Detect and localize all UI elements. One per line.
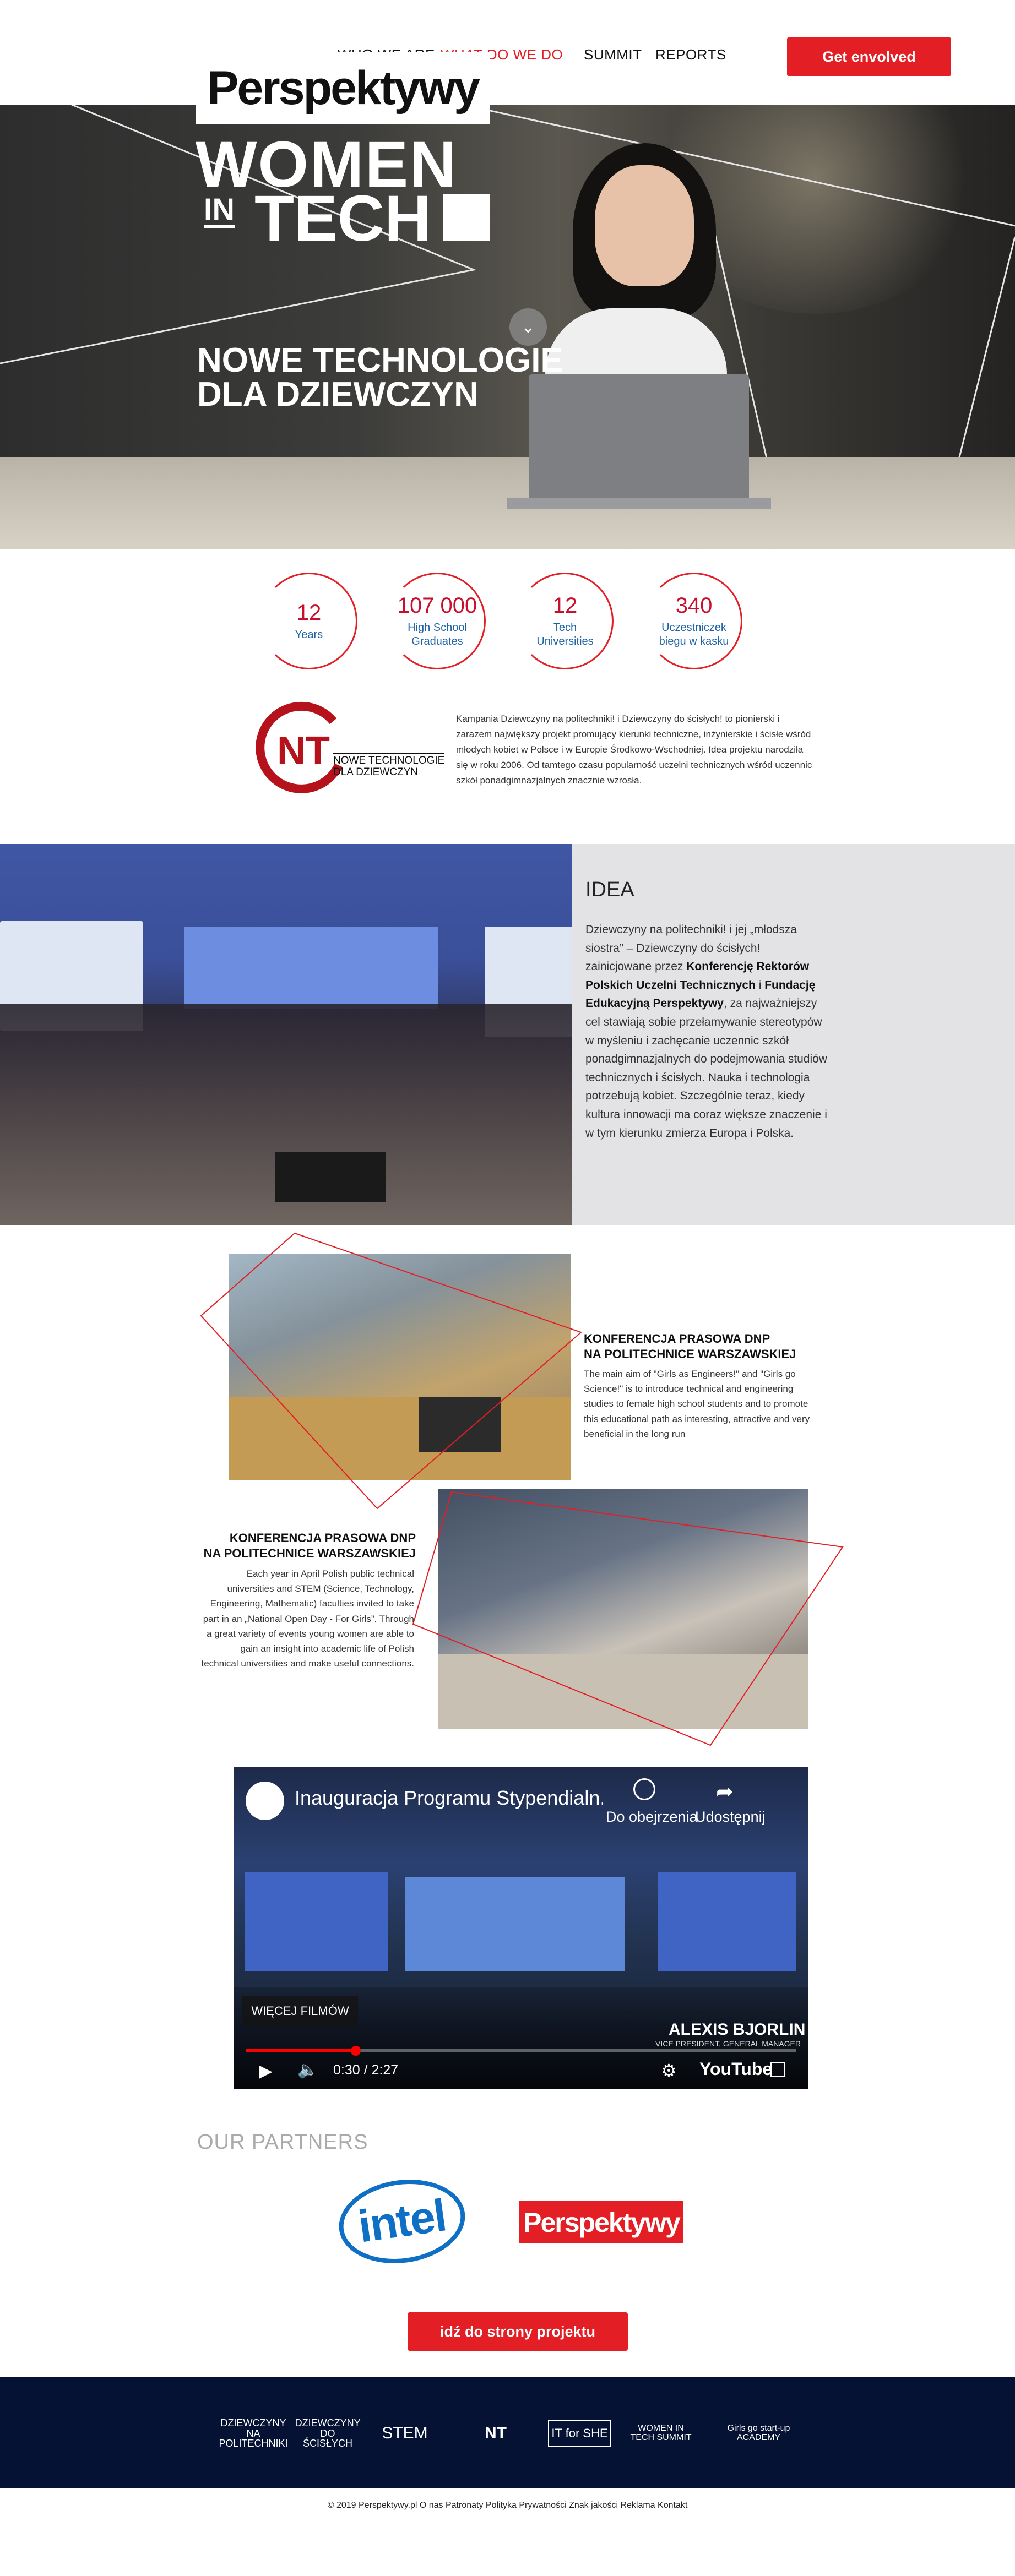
video-title[interactable]: Inauguracja Programu Stypendialn...: [295, 1787, 603, 1810]
hero-woman-face: [595, 165, 694, 286]
stat-number: 12: [552, 593, 578, 618]
conference2-title: KONFERENCJA PRASOWA DNP NA POLITECHNICE W…: [203, 1531, 416, 1560]
video-screen-left: [245, 1872, 388, 1971]
idea-title: IDEA: [585, 878, 634, 901]
stat-number: 107 000: [397, 593, 477, 618]
stat-number: 340: [675, 593, 713, 618]
conference1-title: KONFERENCJA PRASOWA DNP NA POLITECHNICE W…: [584, 1332, 796, 1361]
dziewczyny-do-scislych-logo[interactable]: DZIEWCZYNY DO ŚCISŁYCH: [295, 2409, 361, 2458]
stat-participants: 340 Uczestniczek biegu w kasku: [645, 573, 742, 669]
nt-logo-caption-line1: NOWE TECHNOLOGIE: [333, 755, 445, 766]
logo-tech-text: TECH: [254, 182, 432, 255]
get-involved-button[interactable]: Get envolved: [787, 37, 951, 76]
logo-square-mark: [443, 194, 490, 241]
youtube-logo[interactable]: YouTube: [699, 2059, 772, 2079]
it-for-she-logo[interactable]: IT for SHE: [548, 2420, 611, 2447]
site-header: WHO WE ARE WHAT DO WE DO SUMMIT REPORTS …: [0, 0, 1015, 105]
girls-go-start-up-logo[interactable]: Girls go start-up ACADEMY: [710, 2409, 807, 2458]
conference1-frame: [200, 1232, 582, 1510]
conference2-frame: [412, 1491, 844, 1746]
video-screen-center: [405, 1877, 625, 1971]
hero-title: NOWE TECHNOLOGIE DLA DZIEWCZYN: [197, 344, 638, 412]
share-button[interactable]: Udostępnij: [695, 1809, 766, 1826]
logo-in-text: IN: [204, 194, 235, 228]
more-films-button[interactable]: WIĘCEJ FILMÓW: [242, 1996, 358, 2027]
nowe-technologie-logo[interactable]: NT: [457, 2409, 534, 2458]
page: WHO WE ARE WHAT DO WE DO SUMMIT REPORTS …: [0, 0, 1015, 2576]
stat-label: High School Graduates: [408, 622, 467, 647]
svg-text:NT: NT: [277, 729, 330, 773]
speaker-name: ALEXIS BJORLIN: [669, 2021, 806, 2039]
nt-logo-caption-line2: DLA DZIEWCZYN: [333, 766, 419, 778]
watch-later-button[interactable]: Do obejrzenia: [606, 1809, 698, 1826]
perspektywy-partner-logo[interactable]: Perspektywy: [519, 2201, 683, 2243]
conference2-text: Each year in April Polish public technic…: [201, 1569, 415, 1669]
channel-avatar[interactable]: [246, 1782, 284, 1820]
volume-icon[interactable]: 🔈: [297, 2060, 318, 2079]
hero-laptop-base: [507, 498, 771, 509]
screen-center: [184, 927, 438, 1009]
idea-text: Dziewczyny na politechniki! i jej „młods…: [585, 923, 827, 1140]
play-icon[interactable]: ▶: [259, 2060, 273, 2081]
partners-title: OUR PARTNERS: [197, 2131, 368, 2154]
perspektywy-logo: Perspektywy: [196, 52, 490, 124]
stat-number: 12: [296, 600, 322, 625]
clock-icon[interactable]: [633, 1778, 655, 1800]
project-page-button[interactable]: idź do strony projektu: [408, 2312, 628, 2351]
video-screen-right: [658, 1872, 796, 1971]
share-icon[interactable]: ➦: [716, 1779, 734, 1804]
nav-reports[interactable]: REPORTS: [655, 46, 726, 63]
intel-logo[interactable]: intel: [333, 2171, 471, 2272]
chevron-down-icon[interactable]: ⌄: [509, 308, 547, 346]
hero-banner: [0, 105, 1015, 549]
women-in-tech-summit-logo[interactable]: WOMEN IN TECH SUMMIT: [628, 2409, 694, 2458]
stat-universities: 12 Tech Universities: [517, 573, 614, 669]
nt-logo-caption: NOWE TECHNOLOGIE DLA DZIEWCZYN: [333, 753, 445, 778]
nav-summit[interactable]: SUMMIT: [584, 46, 642, 63]
stat-label: Years: [295, 628, 323, 641]
hero-title-line1: NOWE TECHNOLOGIE: [197, 341, 563, 379]
copyright-links[interactable]: © 2019 Perspektywy.pl O nas Patronaty Po…: [0, 2501, 1015, 2510]
fullscreen-icon[interactable]: [770, 2062, 785, 2077]
stat-years: 12 Years: [260, 573, 357, 669]
dziewczyny-na-politechniki-logo[interactable]: DZIEWCZYNY NA POLITECHNIKI: [219, 2409, 287, 2458]
black-box: [275, 1152, 386, 1202]
settings-icon[interactable]: ⚙: [661, 2060, 677, 2081]
hero-title-line2: DLA DZIEWCZYN: [197, 375, 479, 413]
lead-stem-logo[interactable]: STEM: [374, 2409, 435, 2458]
nt-description: Kampania Dziewczyny na politechniki! i D…: [456, 714, 812, 786]
stat-graduates: 107 000 High School Graduates: [389, 573, 486, 669]
video-progress-handle[interactable]: [351, 2046, 361, 2056]
video-progress-fill: [246, 2049, 356, 2052]
video-time: 0:30 / 2:27: [333, 2062, 399, 2078]
nowe-technologie-logo: NT: [256, 701, 343, 793]
speaker-role: VICE PRESIDENT, GENERAL MANAGER: [655, 2039, 801, 2048]
conference1-text: The main aim of "Girls as Engineers!" an…: [584, 1369, 810, 1439]
idea-group-photo: [0, 844, 572, 1225]
stat-label: Tech Universities: [536, 622, 594, 647]
stat-label: Uczestniczek biegu w kasku: [659, 622, 729, 647]
